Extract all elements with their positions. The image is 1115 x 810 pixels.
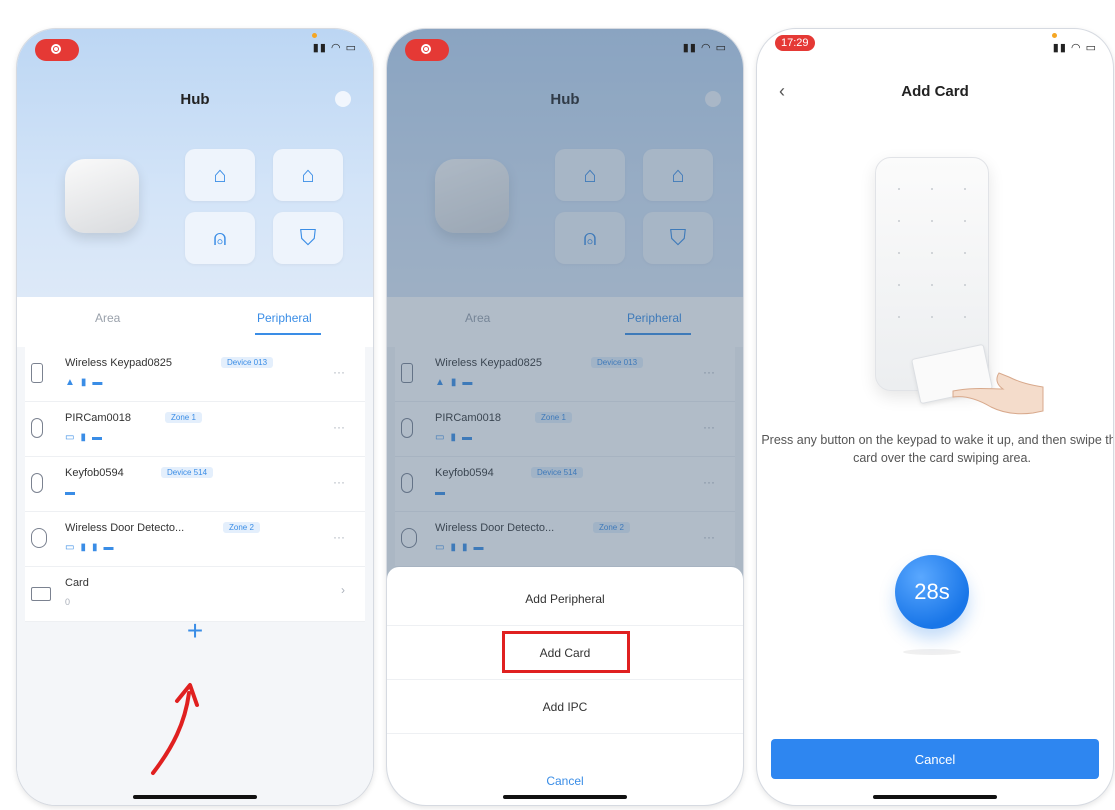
more-icon[interactable]: ··· [333, 420, 345, 434]
more-icon[interactable]: ··· [333, 530, 345, 544]
page-title: Add Card [901, 83, 969, 100]
tab-peripheral[interactable]: Peripheral [257, 311, 312, 325]
timer-shadow [903, 649, 961, 655]
device-name: Wireless Door Detecto... [65, 522, 185, 534]
hub-device-image [65, 159, 139, 233]
alarm-button[interactable]: ⍝ [185, 212, 255, 264]
door-detector-icon [31, 528, 47, 548]
device-name: Wireless Keypad0825 [65, 357, 173, 369]
status-time: 17:29 [775, 35, 815, 51]
mic-indicator-icon [1052, 33, 1057, 38]
action-sheet: Add Peripheral Add Card Add IPC Cancel [387, 567, 743, 805]
record-icon [35, 39, 79, 61]
more-icon[interactable]: ··· [333, 365, 345, 379]
status-icons: ▭▮▮▬ [65, 542, 120, 553]
status-icons: ▬ [65, 487, 81, 498]
device-tag: Device 514 [161, 467, 214, 478]
hand-icon [952, 372, 1044, 415]
add-ipc-option[interactable]: Add IPC [387, 681, 743, 734]
camera-sensor-icon [31, 418, 43, 438]
card-label: Card [65, 577, 89, 589]
home-indicator [503, 795, 627, 799]
phone-screen-add-card: 17:29 ▮▮ ◠ ▭ ‹ Add Card Press any button… [756, 28, 1114, 806]
card-row[interactable]: Card 0 › [25, 567, 365, 622]
add-peripheral-button[interactable]: + [17, 615, 373, 647]
keypad-icon [31, 363, 43, 383]
home-indicator [873, 795, 997, 799]
sheet-header: Add Peripheral [387, 573, 743, 626]
instruction-text: Press any button on the keypad to wake i… [761, 433, 1114, 465]
list-item[interactable]: Keyfob0594 Device 514 ▬ ··· [25, 457, 365, 512]
device-tag: Device 013 [221, 357, 274, 368]
device-name: PIRCam0018 [65, 412, 132, 424]
home-indicator [133, 795, 257, 799]
list-item[interactable]: PIRCam0018 Zone 1 ▭▮▬ ··· [25, 402, 365, 457]
tab-bar: Area Peripheral [17, 299, 373, 343]
cancel-button[interactable]: Cancel [771, 739, 1099, 779]
status-bar: ▮▮ ◠ ▭ [387, 29, 743, 63]
keyfob-icon [31, 473, 43, 493]
chevron-right-icon: › [341, 583, 345, 597]
tab-area[interactable]: Area [95, 311, 120, 325]
page-title: Hub [180, 91, 210, 108]
card-icon [31, 587, 51, 601]
card-count: 0 [65, 597, 71, 607]
more-icon[interactable]: ··· [333, 475, 345, 489]
disarm-button[interactable]: ⛉ [273, 212, 343, 264]
record-icon [405, 39, 449, 61]
mic-indicator-icon [312, 33, 317, 38]
status-bar: ▮▮ ◠ ▭ [17, 29, 373, 63]
list-item[interactable]: Wireless Keypad0825 Device 013 ▲▮▬ ··· [25, 347, 365, 402]
status-icons: ▭▮▬ [65, 432, 108, 443]
arm-home-button[interactable]: ⌂ [273, 149, 343, 201]
home-stay-icon: ⌂ [301, 162, 315, 187]
status-icons: ▲▮▬ [65, 377, 109, 388]
arm-away-button[interactable]: ⌂ [185, 149, 255, 201]
signal-wifi-battery-icon: ▮▮ ◠ ▭ [1052, 42, 1097, 54]
device-tag: Zone 2 [223, 522, 260, 533]
hub-header: Hub ⌂ ⌂ ⍝ ⛉ [17, 29, 373, 297]
signal-wifi-battery-icon: ▮▮ ◠ ▭ [682, 42, 727, 54]
gear-icon[interactable] [335, 91, 351, 107]
phone-screen-hub: ▮▮ ◠ ▭ Hub ⌂ ⌂ ⍝ ⛉ Area Peripheral Wirel… [16, 28, 374, 806]
device-tag: Zone 1 [165, 412, 202, 423]
signal-wifi-battery-icon: ▮▮ ◠ ▭ [312, 42, 357, 54]
device-name: Keyfob0594 [65, 467, 124, 479]
home-away-icon: ⌂ [213, 162, 227, 187]
countdown-timer: 28s [895, 555, 969, 629]
status-bar: 17:29 ▮▮ ◠ ▭ [757, 29, 1113, 63]
red-arrow-annotation [151, 683, 199, 775]
shield-icon: ⛉ [299, 225, 317, 250]
bell-icon: ⍝ [213, 225, 227, 250]
list-item[interactable]: Wireless Door Detecto... Zone 2 ▭▮▮▬ ··· [25, 512, 365, 567]
highlight-box [502, 631, 630, 673]
tab-underline [255, 333, 321, 335]
phone-screen-add-menu: ▮▮ ◠ ▭ Hub ⌂ ⌂ ⍝ ⛉ Area Peripheral Wirel… [386, 28, 744, 806]
